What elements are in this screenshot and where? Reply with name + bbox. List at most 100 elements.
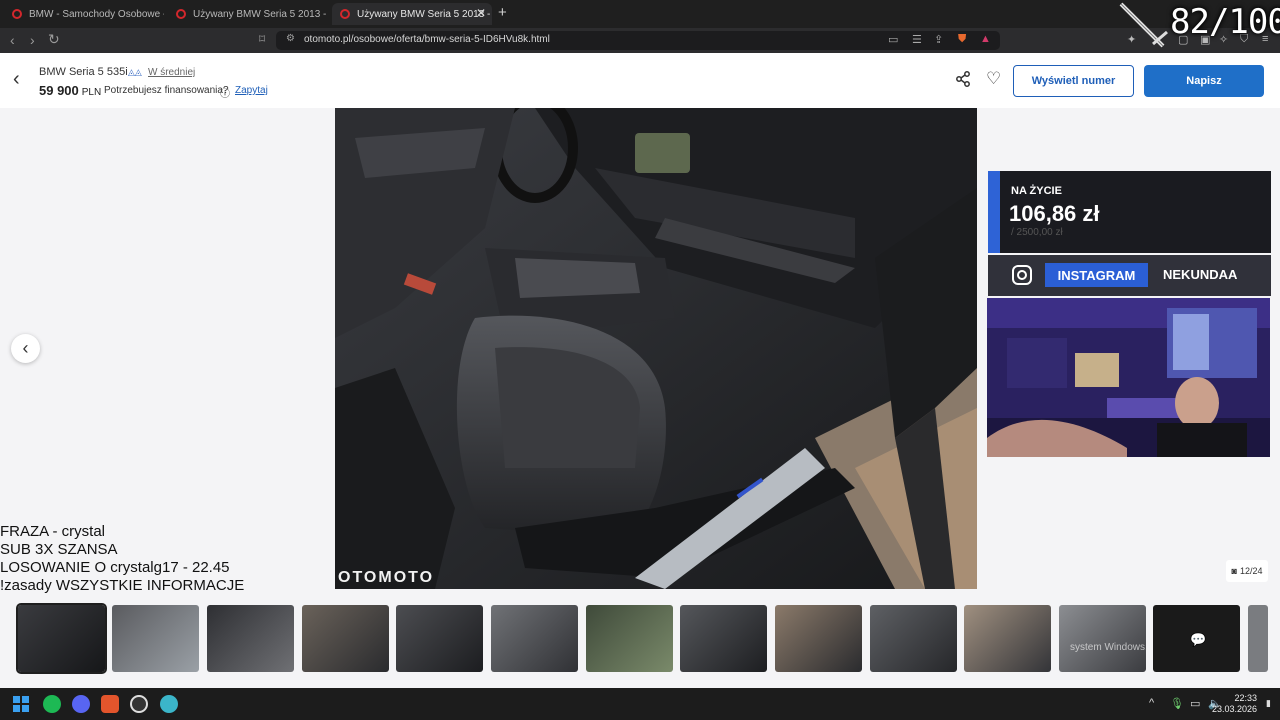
score-counter: 82/100 xyxy=(1170,2,1280,42)
chat-bubble-icon: 💬 xyxy=(1190,632,1207,647)
listing-title: BMW Seria 5 535i xyxy=(39,66,128,78)
share-icon[interactable] xyxy=(955,71,971,91)
goal-target: / 2500,00 zł xyxy=(1011,227,1063,238)
shield-icon[interactable]: ⛊ xyxy=(958,33,966,46)
rewards-icon[interactable]: ▲ xyxy=(980,33,991,45)
reload-icon[interactable]: ↻ xyxy=(48,31,60,48)
goal-value: 106,86 zł xyxy=(1009,201,1100,226)
webcam-feed xyxy=(987,298,1270,457)
chevron-left-icon: ‹ xyxy=(22,338,29,358)
photo-counter: ◙ 12/24 xyxy=(1226,560,1268,582)
listing-price: 59 900 PLN xyxy=(39,83,101,98)
reader-icon[interactable]: ☰ xyxy=(912,33,922,46)
address-bar[interactable]: ⚙ otomoto.pl/osobowe/oferta/bmw-seria-5-… xyxy=(276,31,1000,50)
close-tab-icon[interactable]: ✕ xyxy=(476,6,486,20)
new-tab-icon[interactable]: + xyxy=(498,4,507,21)
microphone-icon[interactable]: 🎙 xyxy=(1170,697,1184,710)
network-icon[interactable]: ▭ xyxy=(1190,697,1200,710)
windows-activation-watermark: system Windows. xyxy=(1070,642,1148,653)
financing-question: Potrzebujesz finansowania? xyxy=(104,85,229,96)
photo-counter-text: 12/24 xyxy=(1239,566,1263,576)
obs-icon[interactable] xyxy=(130,695,148,713)
camera-icon: ◙ xyxy=(1231,566,1237,576)
otomoto-favicon-icon xyxy=(176,9,186,19)
gallery-prev-button[interactable]: ‹ xyxy=(11,334,40,363)
overlay-line-1: FRAZA - crystal xyxy=(0,523,106,540)
ask-financing-link[interactable]: Zapytaj xyxy=(235,85,268,96)
listing-header: ‹ BMW Seria 5 535i ◬◬ W średniej 59 900 P… xyxy=(0,53,1280,108)
price-evaluation-icon: ◬◬ xyxy=(128,67,142,77)
show-number-button[interactable]: Wyświetl numer xyxy=(1013,65,1134,97)
thumbnail[interactable] xyxy=(870,605,957,672)
tab-title: Używany BMW Seria 5 2013 - 59 xyxy=(357,8,492,20)
brave-icon[interactable] xyxy=(101,695,119,713)
donation-goal-widget: NA ŻYCIE 106,86 zł / 2500,00 zł xyxy=(988,171,1271,253)
thumbnail[interactable] xyxy=(775,605,862,672)
price-evaluation-link[interactable]: W średniej xyxy=(148,67,195,78)
overlay-line-2: SUB 3X SZANSA xyxy=(0,541,118,558)
site-settings-icon[interactable]: ⚙ xyxy=(286,33,295,44)
favorite-heart-icon[interactable]: ♡ xyxy=(986,69,1001,89)
thumbnail[interactable] xyxy=(207,605,294,672)
tab-title: BMW - Samochody Osobowe - Otom xyxy=(29,8,164,20)
cast-icon[interactable]: ▭ xyxy=(888,33,898,46)
thumbnail-strip xyxy=(0,603,1280,674)
thumbnail[interactable] xyxy=(491,605,578,672)
goal-progress-bar xyxy=(988,171,1000,253)
listing-page: ‹ BMW Seria 5 535i ◬◬ W średniej 59 900 P… xyxy=(0,53,1280,688)
thumbnail[interactable] xyxy=(16,603,107,674)
toolbar: ‹ › ↻ ⌑ ⚙ otomoto.pl/osobowe/oferta/bmw-… xyxy=(0,28,1280,53)
thumbnail[interactable] xyxy=(396,605,483,672)
thumbnail[interactable] xyxy=(112,605,199,672)
tray-chevron-up-icon[interactable]: ^ xyxy=(1149,697,1154,709)
spotify-icon[interactable] xyxy=(43,695,61,713)
tab-3-active[interactable]: Używany BMW Seria 5 2013 - 59 ✕ xyxy=(332,3,492,25)
webcam-image xyxy=(987,298,1270,457)
start-tile xyxy=(22,705,29,712)
thumbnail[interactable] xyxy=(1059,605,1146,672)
social-banner: INSTAGRAM NEKUNDAA xyxy=(988,255,1271,296)
back-arrow-icon[interactable]: ‹ xyxy=(13,68,20,91)
otomoto-watermark: OTOMOTO xyxy=(338,569,435,586)
write-message-button[interactable]: Napisz xyxy=(1144,65,1264,97)
instagram-handle: NEKUNDAA xyxy=(1163,267,1238,282)
start-tile xyxy=(22,696,29,703)
start-tile xyxy=(13,705,20,712)
app-icon[interactable] xyxy=(160,695,178,713)
thumbnail[interactable] xyxy=(964,605,1051,672)
tab-2[interactable]: Używany BMW Seria 5 2013 - 57 900 xyxy=(168,3,328,25)
overlay-line-3: LOSOWANIE O crystalg17 - 22.45 xyxy=(0,559,230,576)
price-value: 59 900 xyxy=(39,83,79,98)
thumbnail[interactable] xyxy=(680,605,767,672)
otomoto-favicon-icon xyxy=(12,9,22,19)
tab-1[interactable]: BMW - Samochody Osobowe - Otom xyxy=(4,3,164,25)
info-icon[interactable]: ⓘ xyxy=(220,85,230,100)
instagram-label: INSTAGRAM xyxy=(1045,263,1148,287)
taskbar: ^ 🎙 ▭ 🔈 22:33 23.03.2026 ▮ xyxy=(0,688,1280,720)
instagram-icon xyxy=(1012,265,1032,285)
forward-nav-icon[interactable]: › xyxy=(30,32,35,48)
start-tile xyxy=(13,696,20,703)
overlay-line-4: !zasady WSZYSTKIE INFORMACJE xyxy=(0,577,245,594)
otomoto-favicon-icon xyxy=(340,9,350,19)
clock-date: 23.03.2026 xyxy=(1211,704,1257,714)
tab-title: Używany BMW Seria 5 2013 - 57 900 xyxy=(193,8,328,20)
bookmark-icon[interactable]: ⌑ xyxy=(259,32,265,46)
notifications-icon[interactable]: ▮ xyxy=(1266,698,1271,709)
sword-icon xyxy=(1119,2,1168,48)
thumbnail[interactable] xyxy=(1248,605,1268,672)
thumbnail[interactable] xyxy=(302,605,389,672)
taskbar-clock[interactable]: 22:33 23.03.2026 xyxy=(1212,693,1257,715)
tab-strip: BMW - Samochody Osobowe - Otom Używany B… xyxy=(0,0,1280,28)
thumbnail[interactable] xyxy=(586,605,673,672)
goal-title: NA ŻYCIE xyxy=(1011,185,1062,197)
car-interior-image xyxy=(335,108,977,589)
chat-thumbnail[interactable]: 💬 xyxy=(1153,605,1240,672)
windows-start-icon[interactable] xyxy=(13,696,29,712)
url-text: otomoto.pl/osobowe/oferta/bmw-seria-5-ID… xyxy=(304,34,550,45)
main-listing-photo[interactable] xyxy=(335,108,977,589)
discord-icon[interactable] xyxy=(72,695,90,713)
back-nav-icon[interactable]: ‹ xyxy=(10,32,15,48)
price-currency: PLN xyxy=(81,87,102,98)
share-page-icon[interactable]: ⇪ xyxy=(934,33,943,46)
